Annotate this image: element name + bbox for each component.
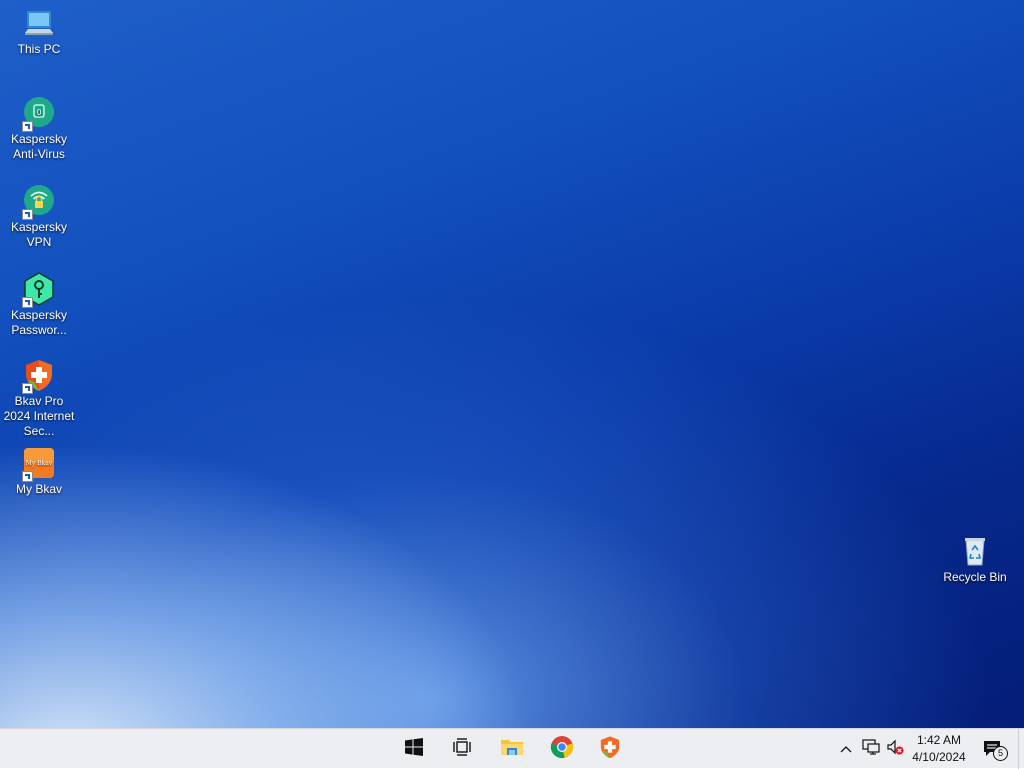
clock-time: 1:42 AM [916, 733, 962, 747]
chrome-button[interactable] [542, 733, 582, 765]
chevron-up-icon [840, 740, 852, 758]
desktop-icon-label: Kaspersky Passwor... [10, 308, 68, 337]
desktop-icon-bkav-pro[interactable]: Bkav Pro 2024 Internet Sec... [0, 358, 78, 439]
file-explorer-button[interactable] [492, 733, 532, 765]
recycle-bin-icon [958, 534, 992, 568]
desktop-icon-this-pc[interactable]: This PC [0, 6, 78, 57]
shortcut-arrow-icon [22, 121, 33, 132]
show-hidden-icons-button[interactable] [836, 729, 856, 769]
desktop-icon-kaspersky-antivirus[interactable]: 0 Kaspersky Anti-Virus [0, 96, 78, 162]
kaspersky-password-icon [22, 272, 56, 308]
shortcut-arrow-icon [22, 471, 33, 482]
taskbar: 1:42 AM 4/10/2024 5 [0, 728, 1024, 769]
shortcut-arrow-icon [22, 297, 33, 308]
network-tray-button[interactable] [860, 729, 882, 769]
chrome-icon [550, 735, 574, 764]
shortcut-arrow-icon [22, 209, 33, 220]
kaspersky-vpn-icon [22, 184, 56, 220]
volume-muted-icon [886, 739, 904, 760]
my-bkav-icon: My Bkav [22, 446, 56, 482]
desktop-icon-kaspersky-password[interactable]: Kaspersky Passwor... [0, 272, 78, 338]
desktop-icon-my-bkav[interactable]: My Bkav My Bkav [0, 446, 78, 497]
desktop-icon-kaspersky-vpn[interactable]: Kaspersky VPN [0, 184, 78, 250]
desktop[interactable]: This PC 0 Kaspersky Anti-Virus Kaspersky… [0, 0, 1024, 728]
kaspersky-antivirus-icon: 0 [22, 96, 56, 132]
start-button[interactable] [394, 733, 434, 765]
action-center-button[interactable]: 5 [978, 729, 1008, 769]
computer-icon [22, 6, 56, 40]
bkav-shield-icon [22, 358, 56, 394]
svg-text:My Bkav: My Bkav [26, 460, 53, 467]
clock-date: 4/10/2024 [912, 750, 966, 764]
desktop-icon-label: Bkav Pro 2024 Internet Sec... [3, 394, 75, 438]
show-desktop-button[interactable] [1018, 729, 1024, 769]
clock[interactable]: 1:42 AM 4/10/2024 [904, 732, 974, 766]
desktop-icon-label: This PC [17, 42, 61, 56]
task-view-button[interactable] [442, 733, 482, 765]
file-explorer-icon [500, 737, 524, 762]
action-center-icon: 5 [982, 739, 1008, 761]
desktop-icon-label: Kaspersky Anti-Virus [10, 132, 68, 161]
desktop-icon-label: My Bkav [15, 482, 62, 496]
shortcut-arrow-icon [22, 383, 33, 394]
network-icon [862, 738, 880, 760]
svg-text:0: 0 [36, 108, 41, 117]
desktop-icon-recycle-bin[interactable]: Recycle Bin [936, 534, 1014, 585]
windows-start-icon [405, 737, 423, 761]
desktop-icon-label: Kaspersky VPN [10, 220, 68, 249]
notification-count-badge: 5 [993, 746, 1008, 761]
bkav-shield-icon [598, 735, 622, 764]
volume-tray-button[interactable] [884, 729, 906, 769]
bkav-taskbar-button[interactable] [590, 733, 630, 765]
desktop-icon-label: Recycle Bin [943, 570, 1007, 584]
task-view-icon [452, 737, 472, 761]
